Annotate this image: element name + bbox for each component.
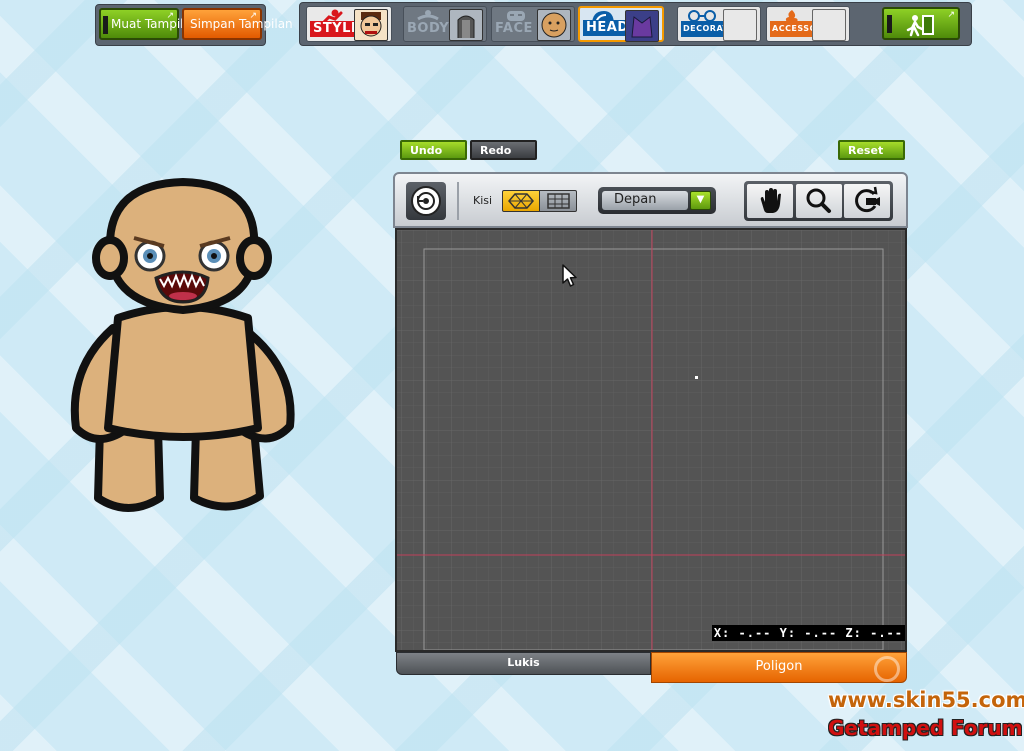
exit-button[interactable]: ↗: [882, 7, 960, 40]
expand-arrow-icon: ↗: [166, 11, 174, 21]
tab-poligon-label: Poligon: [755, 659, 803, 674]
category-tab-head[interactable]: HEAD: [578, 6, 664, 42]
view-direction-select[interactable]: Depan ▼: [598, 187, 716, 214]
reset-button[interactable]: Reset: [838, 140, 905, 160]
zoom-tool-button[interactable]: [796, 184, 842, 218]
rotate-camera-icon: [855, 186, 880, 213]
category-label-body: BODY: [407, 21, 450, 36]
face-preview-thumbnail: [537, 9, 571, 41]
save-appearance-label: Simpan Tampilan: [190, 17, 293, 31]
expand-arrow-icon: ↗: [947, 10, 955, 20]
category-tab-style[interactable]: STYLE: [306, 6, 392, 42]
style-preview-thumbnail: [354, 9, 388, 41]
polygon-edit-canvas[interactable]: X: -.-- Y: -.-- Z: -.--: [395, 228, 907, 652]
pan-tool-button[interactable]: [747, 184, 793, 218]
save-appearance-button[interactable]: Simpan Tampilan ↗: [182, 8, 293, 40]
grid-label: Kisi: [473, 194, 493, 207]
square-grid-icon: [547, 193, 570, 209]
rotate-model-button[interactable]: [406, 182, 446, 220]
tab-poligon[interactable]: Poligon: [651, 652, 907, 683]
exit-door-icon: [906, 15, 934, 37]
tab-lukis[interactable]: Lukis: [396, 652, 651, 675]
chevron-down-icon[interactable]: ▼: [690, 191, 711, 210]
load-appearance-button[interactable]: Muat Tampilan ↗: [99, 8, 198, 40]
button-grip: [103, 16, 108, 34]
grid-square-option[interactable]: [540, 191, 576, 211]
toolbar-divider: [457, 182, 459, 220]
watermark-forum: Getamped Forum: [828, 716, 1023, 740]
canvas-grid: [397, 230, 905, 650]
grid-type-toggle[interactable]: [502, 190, 577, 212]
category-tab-accessory[interactable]: ACCESSORY: [766, 6, 850, 42]
mouse-cursor-icon: [562, 264, 577, 287]
navigation-tool-group: [744, 181, 893, 221]
coordinate-readout: X: -.-- Y: -.-- Z: -.--: [711, 625, 905, 641]
target-ring-icon: [874, 656, 900, 682]
orbit-tool-button[interactable]: [844, 184, 890, 218]
rotate-model-icon: [411, 186, 441, 216]
watermark-url: www.skin55.com: [828, 688, 1024, 712]
body-preview-thumbnail: [449, 9, 483, 41]
hand-icon: [760, 188, 781, 213]
category-tab-face[interactable]: FACE: [491, 6, 575, 42]
character-preview[interactable]: [68, 178, 298, 523]
category-tab-decoration[interactable]: DECORATION: [677, 6, 761, 42]
category-tab-body[interactable]: BODY: [403, 6, 487, 42]
button-grip: [887, 15, 892, 33]
magnify-icon: [806, 188, 831, 213]
expand-arrow-icon: ↗: [249, 11, 257, 21]
category-label-face: FACE: [495, 21, 533, 36]
view-direction-value: Depan: [602, 191, 688, 210]
grid-hexagon-option[interactable]: [503, 191, 539, 211]
redo-button[interactable]: Redo: [470, 140, 537, 160]
hexagon-grid-icon: [508, 193, 534, 209]
undo-button[interactable]: Undo: [400, 140, 467, 160]
head-preview-thumbnail: [625, 10, 659, 42]
accessory-preview-thumbnail: [812, 9, 846, 41]
decoration-preview-thumbnail: [723, 9, 757, 41]
